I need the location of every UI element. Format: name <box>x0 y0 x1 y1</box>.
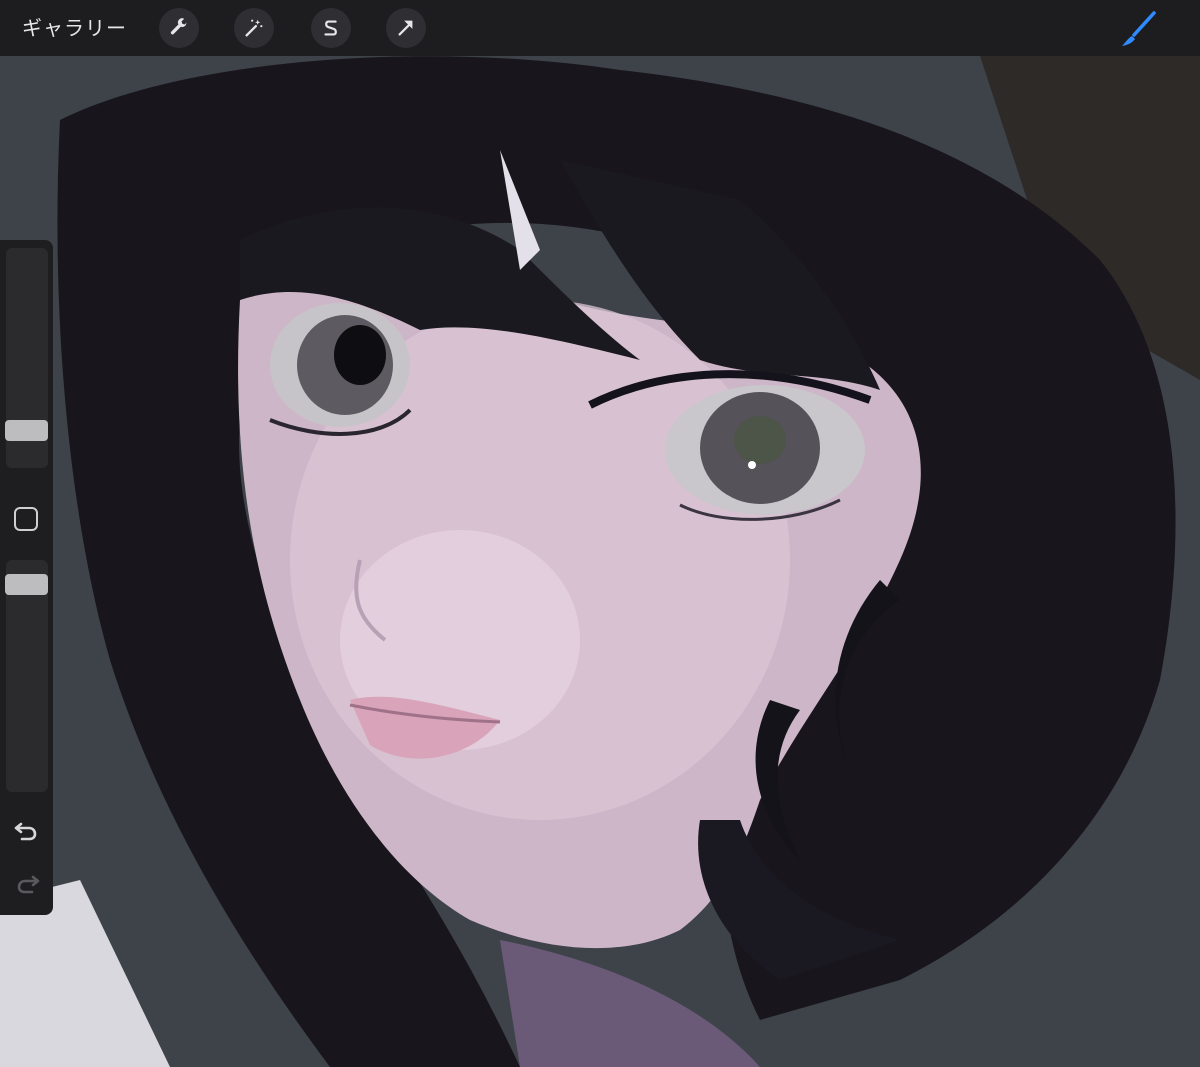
brush-size-slider-thumb[interactable] <box>5 420 48 441</box>
transform-button[interactable] <box>386 8 426 48</box>
actions-button[interactable] <box>159 8 199 48</box>
brush-icon <box>1122 11 1156 46</box>
selection-s-icon <box>324 20 337 36</box>
selection-button[interactable] <box>311 8 351 48</box>
modify-button[interactable] <box>14 507 38 531</box>
redo-button[interactable] <box>12 868 42 898</box>
artwork-portrait <box>0 56 1200 1067</box>
top-toolbar: ギャラリー <box>0 0 1200 56</box>
brush-button[interactable] <box>1116 8 1160 52</box>
arrow-cursor-icon <box>398 20 413 36</box>
opacity-slider-thumb[interactable] <box>5 574 48 595</box>
left-sidebar <box>0 240 53 915</box>
undo-icon <box>14 822 37 841</box>
magic-wand-icon <box>245 19 263 37</box>
undo-button[interactable] <box>12 815 42 845</box>
wrench-icon <box>170 18 188 35</box>
adjustments-button[interactable] <box>234 8 274 48</box>
redo-icon <box>17 875 40 894</box>
gallery-button[interactable]: ギャラリー <box>22 0 127 56</box>
drawing-canvas[interactable] <box>0 0 1200 1067</box>
